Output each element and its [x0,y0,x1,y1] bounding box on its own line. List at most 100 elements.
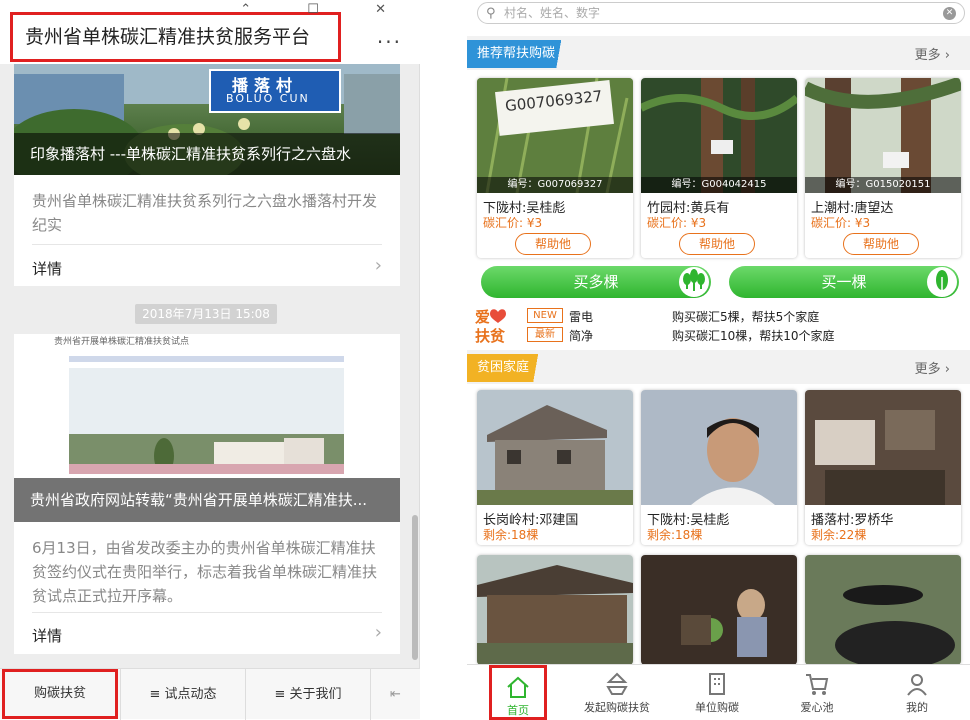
help-button-1[interactable]: 帮助他 [515,233,591,255]
family-card-2[interactable]: 下陇村:吴桂彪 剩余:18棵 [641,390,797,545]
poor-section-header: 贫困家庭 更多 › [467,350,970,384]
portrait-photo [641,390,797,505]
tree-number-3: 编号：G015020151 [805,177,961,193]
article-caption-2: 贵州省政府网站转载“贵州省开展单株碳汇精准扶... [14,478,400,522]
nav-pool-label: 爱心池 [800,701,834,714]
search-icon: ⚲ [486,6,496,21]
nav-launch-label: 发起购碳扶贫 [584,701,650,714]
more-menu-icon[interactable]: ··· [377,30,402,54]
more-link-recommend[interactable]: 更多 › [915,44,950,63]
recommend-section-header: 推荐帮扶购碳 更多 › [467,36,970,70]
hand-tree-icon [604,671,630,697]
tree-price-1: 碳汇价: ¥3 [483,216,543,230]
details-label-2[interactable]: 详情 [32,625,62,646]
news-ticker: 爱 扶贫 NEW 雷电 购买碳汇5棵，帮扶5个家庭 最新 简净 购买碳汇10棵，… [467,304,970,346]
search-input[interactable]: ⚲ 村名、姓名、数字 ✕ [477,2,965,24]
article-caption-1: 印象播落村 ---单株碳汇精准扶贫系列行之六盘水 [14,133,400,175]
wooden-house-photo [477,555,633,665]
nav-home[interactable]: 首页 [489,665,547,720]
home-icon [505,674,531,700]
more-link-poor[interactable]: 更多 › [915,358,950,377]
tree-number-2: 编号：G004042415 [641,177,797,193]
timestamp: 2018年7月13日 15:08 [135,304,277,324]
left-phone-panel: 贵州省单株碳汇精准扶贫服务平台 ⌃ ☐ ✕ ··· 播落村 BOLUO CUN … [0,0,420,720]
section-title-poor: 贫困家庭 [467,354,552,382]
love-poverty-logo: 爱 扶贫 [473,306,513,345]
nav-mine[interactable]: 我的 [867,665,967,720]
nav-unit[interactable]: 单位购碳 [667,665,767,720]
family-image-1 [477,390,633,505]
family-remain-2: 剩余:18棵 [647,528,703,542]
user-glyph [907,674,927,696]
menu-pilot-news[interactable]: ≡ 试点动态 [120,669,245,720]
cart-glyph [806,674,829,695]
chevron-right-icon[interactable]: › [375,255,382,276]
family-card-6[interactable] [805,555,961,665]
nav-home-label: 首页 [507,704,529,717]
buy-one-button[interactable]: 买一棵 [729,266,959,298]
sign-subtext: BOLUO CUN [226,92,310,105]
house-photo [477,390,633,505]
article-card-2[interactable]: 贵州省开展单株碳汇精准扶贫试点 贵州省政府网站转载“贵州省开展单株碳汇精准扶..… [14,334,400,654]
news-text-2[interactable]: 购买碳汇10棵，帮扶10个家庭 [672,327,835,344]
chevron-right-icon[interactable]: › [375,622,382,643]
svg-text:爱: 爱 [475,308,490,326]
building-icon [704,671,730,697]
family-remain-3: 剩余:22棵 [811,528,867,542]
news-text-1[interactable]: 购买碳汇5棵，帮扶5个家庭 [672,308,819,325]
tree-image-3: 编号：G015020151 [805,78,961,193]
clear-icon[interactable]: ✕ [943,7,956,20]
family-card-3[interactable]: 播落村:罗桥华 剩余:22棵 [805,390,961,545]
cart-icon [804,671,830,697]
svg-text:扶贫: 扶贫 [475,327,506,344]
tree-card-3[interactable]: 编号：G015020151 上潮村:唐望达 碳汇价: ¥3 帮助他 [805,78,961,258]
page-title: 贵州省单株碳汇精准扶贫服务平台 [10,12,341,62]
leaf-icon [927,267,957,297]
family-image-3 [805,390,961,505]
help-button-3[interactable]: 帮助他 [843,233,919,255]
buy-many-button[interactable]: 买多棵 [481,266,711,298]
details-label-1[interactable]: 详情 [32,258,62,279]
tree-price-2: 碳汇价: ¥3 [647,216,707,230]
news-name-2: 简净 [569,329,594,343]
logo-glyph: 爱 扶贫 [475,308,506,345]
home-glyph [507,676,529,698]
family-image-2 [641,390,797,505]
nav-pool[interactable]: 爱心池 [767,665,867,720]
nav-launch[interactable]: 发起购碳扶贫 [567,665,667,720]
interior-photo [805,390,961,505]
menu-buy-carbon[interactable]: 购碳扶贫 [2,669,118,719]
bottom-navigation: 首页 发起购碳扶贫 单位购碳 爱心池 我的 [467,664,970,720]
family-card-1[interactable]: 长岗岭村:邓建国 剩余:18棵 [477,390,633,545]
article-image-2: 贵州省开展单株碳汇精准扶贫试点 贵州省政府网站转载“贵州省开展单株碳汇精准扶..… [14,334,400,522]
nav-mine-label: 我的 [906,701,928,714]
help-button-2[interactable]: 帮助他 [679,233,755,255]
trees-glyph [683,269,705,291]
cooking-photo [641,555,797,665]
right-phone-panel: ⚲ 村名、姓名、数字 ✕ 推荐帮扶购碳 更多 › G007069327 编号：G… [467,0,970,720]
left-header: 贵州省单株碳汇精准扶贫服务平台 ⌃ ☐ ✕ ··· [0,0,420,64]
window-controls[interactable]: ⌃ ☐ ✕ [240,2,412,17]
section-title-recommend: 推荐帮扶购碳 [467,40,578,68]
tree-card-2[interactable]: 编号：G004042415 竹园村:黄兵有 碳汇价: ¥3 帮助他 [641,78,797,258]
keyboard-toggle-icon[interactable]: ⇤ [370,669,420,720]
tree-photo [805,78,961,193]
family-card-4[interactable] [477,555,633,665]
news-name-1: 雷电 [569,310,594,324]
article-image-1: 播落村 BOLUO CUN 印象播落村 ---单株碳汇精准扶贫系列行之六盘水 [14,64,400,175]
scrollbar[interactable] [412,515,418,660]
nav-unit-label: 单位购碳 [695,701,739,714]
tree-card-1[interactable]: G007069327 编号：G007069327 下陇村:吴桂彪 碳汇价: ¥3… [477,78,633,258]
tree-price-3: 碳汇价: ¥3 [811,216,871,230]
trees-icon [679,267,709,297]
family-card-5[interactable] [641,555,797,665]
hand-glyph [606,672,628,695]
news-tag-2: 最新 [527,327,563,342]
building-glyph [709,673,725,695]
family-remain-1: 剩余:18棵 [483,528,539,542]
divider [32,244,382,245]
menu-about-us[interactable]: ≡ 关于我们 [245,669,370,720]
buy-many-label: 买多棵 [573,273,619,291]
article-description-1: 贵州省单株碳汇精准扶贫系列行之六盘水播落村开发纪实 [32,192,378,234]
article-card-1[interactable]: 播落村 BOLUO CUN 印象播落村 ---单株碳汇精准扶贫系列行之六盘水 贵… [14,64,400,286]
